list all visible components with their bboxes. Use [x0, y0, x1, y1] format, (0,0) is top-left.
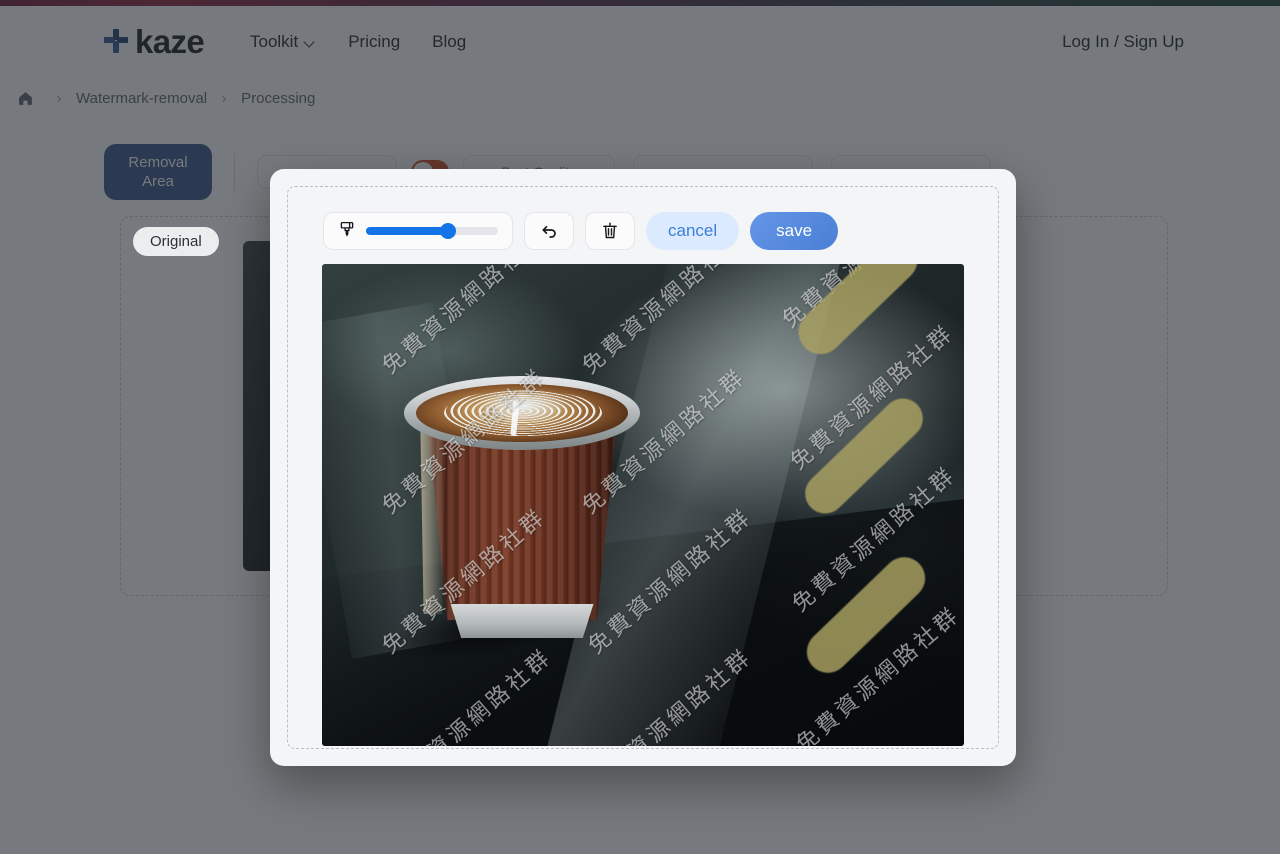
brush-editor-modal: cancel save 免費資源網路社群免費資源網路社群免費資源網路社群免費資源… [270, 169, 1016, 766]
brush-size-slider[interactable] [366, 227, 498, 235]
undo-button[interactable] [524, 212, 574, 250]
brush-size-control[interactable] [323, 212, 513, 250]
editor-toolbar: cancel save [323, 212, 838, 250]
cancel-button[interactable]: cancel [646, 212, 739, 250]
cup-base [446, 604, 598, 638]
coffee-cup [404, 362, 640, 664]
original-badge: Original [133, 227, 219, 256]
brush-stroke [797, 390, 931, 522]
image-edit-canvas[interactable]: 免費資源網路社群免費資源網路社群免費資源網路社群免費資源網路社群免費資源網路社群… [322, 264, 964, 746]
clear-all-button[interactable] [585, 212, 635, 250]
save-button[interactable]: save [750, 212, 838, 250]
latte-art-foam [444, 390, 602, 436]
brush-icon [338, 220, 356, 243]
